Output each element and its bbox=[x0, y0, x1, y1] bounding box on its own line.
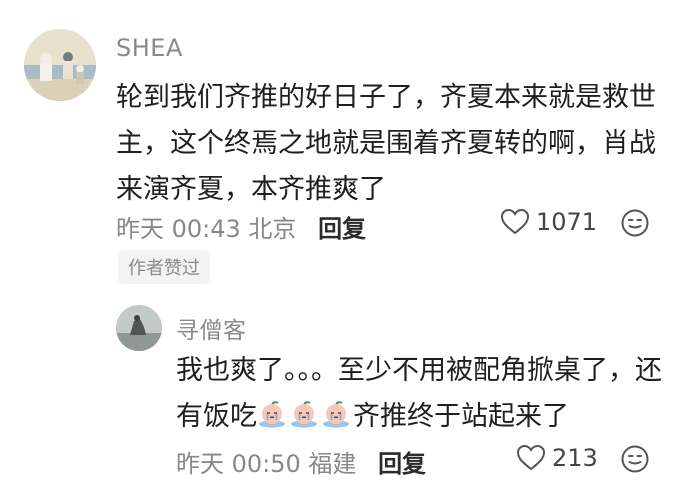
reply-text: 我也爽了。。。至少不用被配角掀桌了，还有饭吃 齐推终于站起来了 bbox=[176, 348, 666, 440]
reply-meta: 昨天 00:50 福建 回复 bbox=[176, 444, 426, 479]
comment-meta: 昨天 00:43 北京 回复 bbox=[116, 209, 366, 244]
reply-emoji-reaction-button[interactable] bbox=[620, 444, 650, 478]
reply-button[interactable]: 回复 bbox=[318, 215, 366, 243]
emoji-reaction-button[interactable] bbox=[620, 208, 650, 242]
smile-icon bbox=[621, 445, 649, 473]
reply-like-button[interactable]: 213 bbox=[516, 444, 598, 472]
crying-peach-emoji-icon bbox=[291, 401, 317, 428]
like-button[interactable]: 1071 bbox=[500, 208, 597, 236]
avatar[interactable] bbox=[24, 29, 96, 101]
reply-like-count: 213 bbox=[552, 444, 598, 472]
author-liked-badge: 作者赞过 bbox=[118, 250, 210, 284]
reply-time-location: 昨天 00:50 福建 bbox=[176, 450, 357, 478]
reply-avatar[interactable] bbox=[116, 305, 162, 351]
smile-icon bbox=[621, 209, 649, 237]
crying-peach-emoji-icon bbox=[259, 401, 285, 428]
crying-peach-emoji-icon bbox=[323, 401, 349, 428]
like-count: 1071 bbox=[536, 208, 598, 236]
heart-outline-icon bbox=[516, 444, 546, 471]
reply-author[interactable]: 寻僧客 bbox=[176, 311, 247, 345]
reply-text-part2: 齐推终于站起来了 bbox=[353, 401, 569, 432]
heart-outline-icon bbox=[500, 208, 530, 235]
comment-author[interactable]: SHEA bbox=[116, 34, 183, 62]
comment-text: 轮到我们齐推的好日子了，齐夏本来就是救世主，这个终焉之地就是围着齐夏转的啊，肖战… bbox=[116, 82, 656, 205]
reply-reply-button[interactable]: 回复 bbox=[378, 450, 426, 478]
comment-time-location: 昨天 00:43 北京 bbox=[116, 215, 297, 243]
